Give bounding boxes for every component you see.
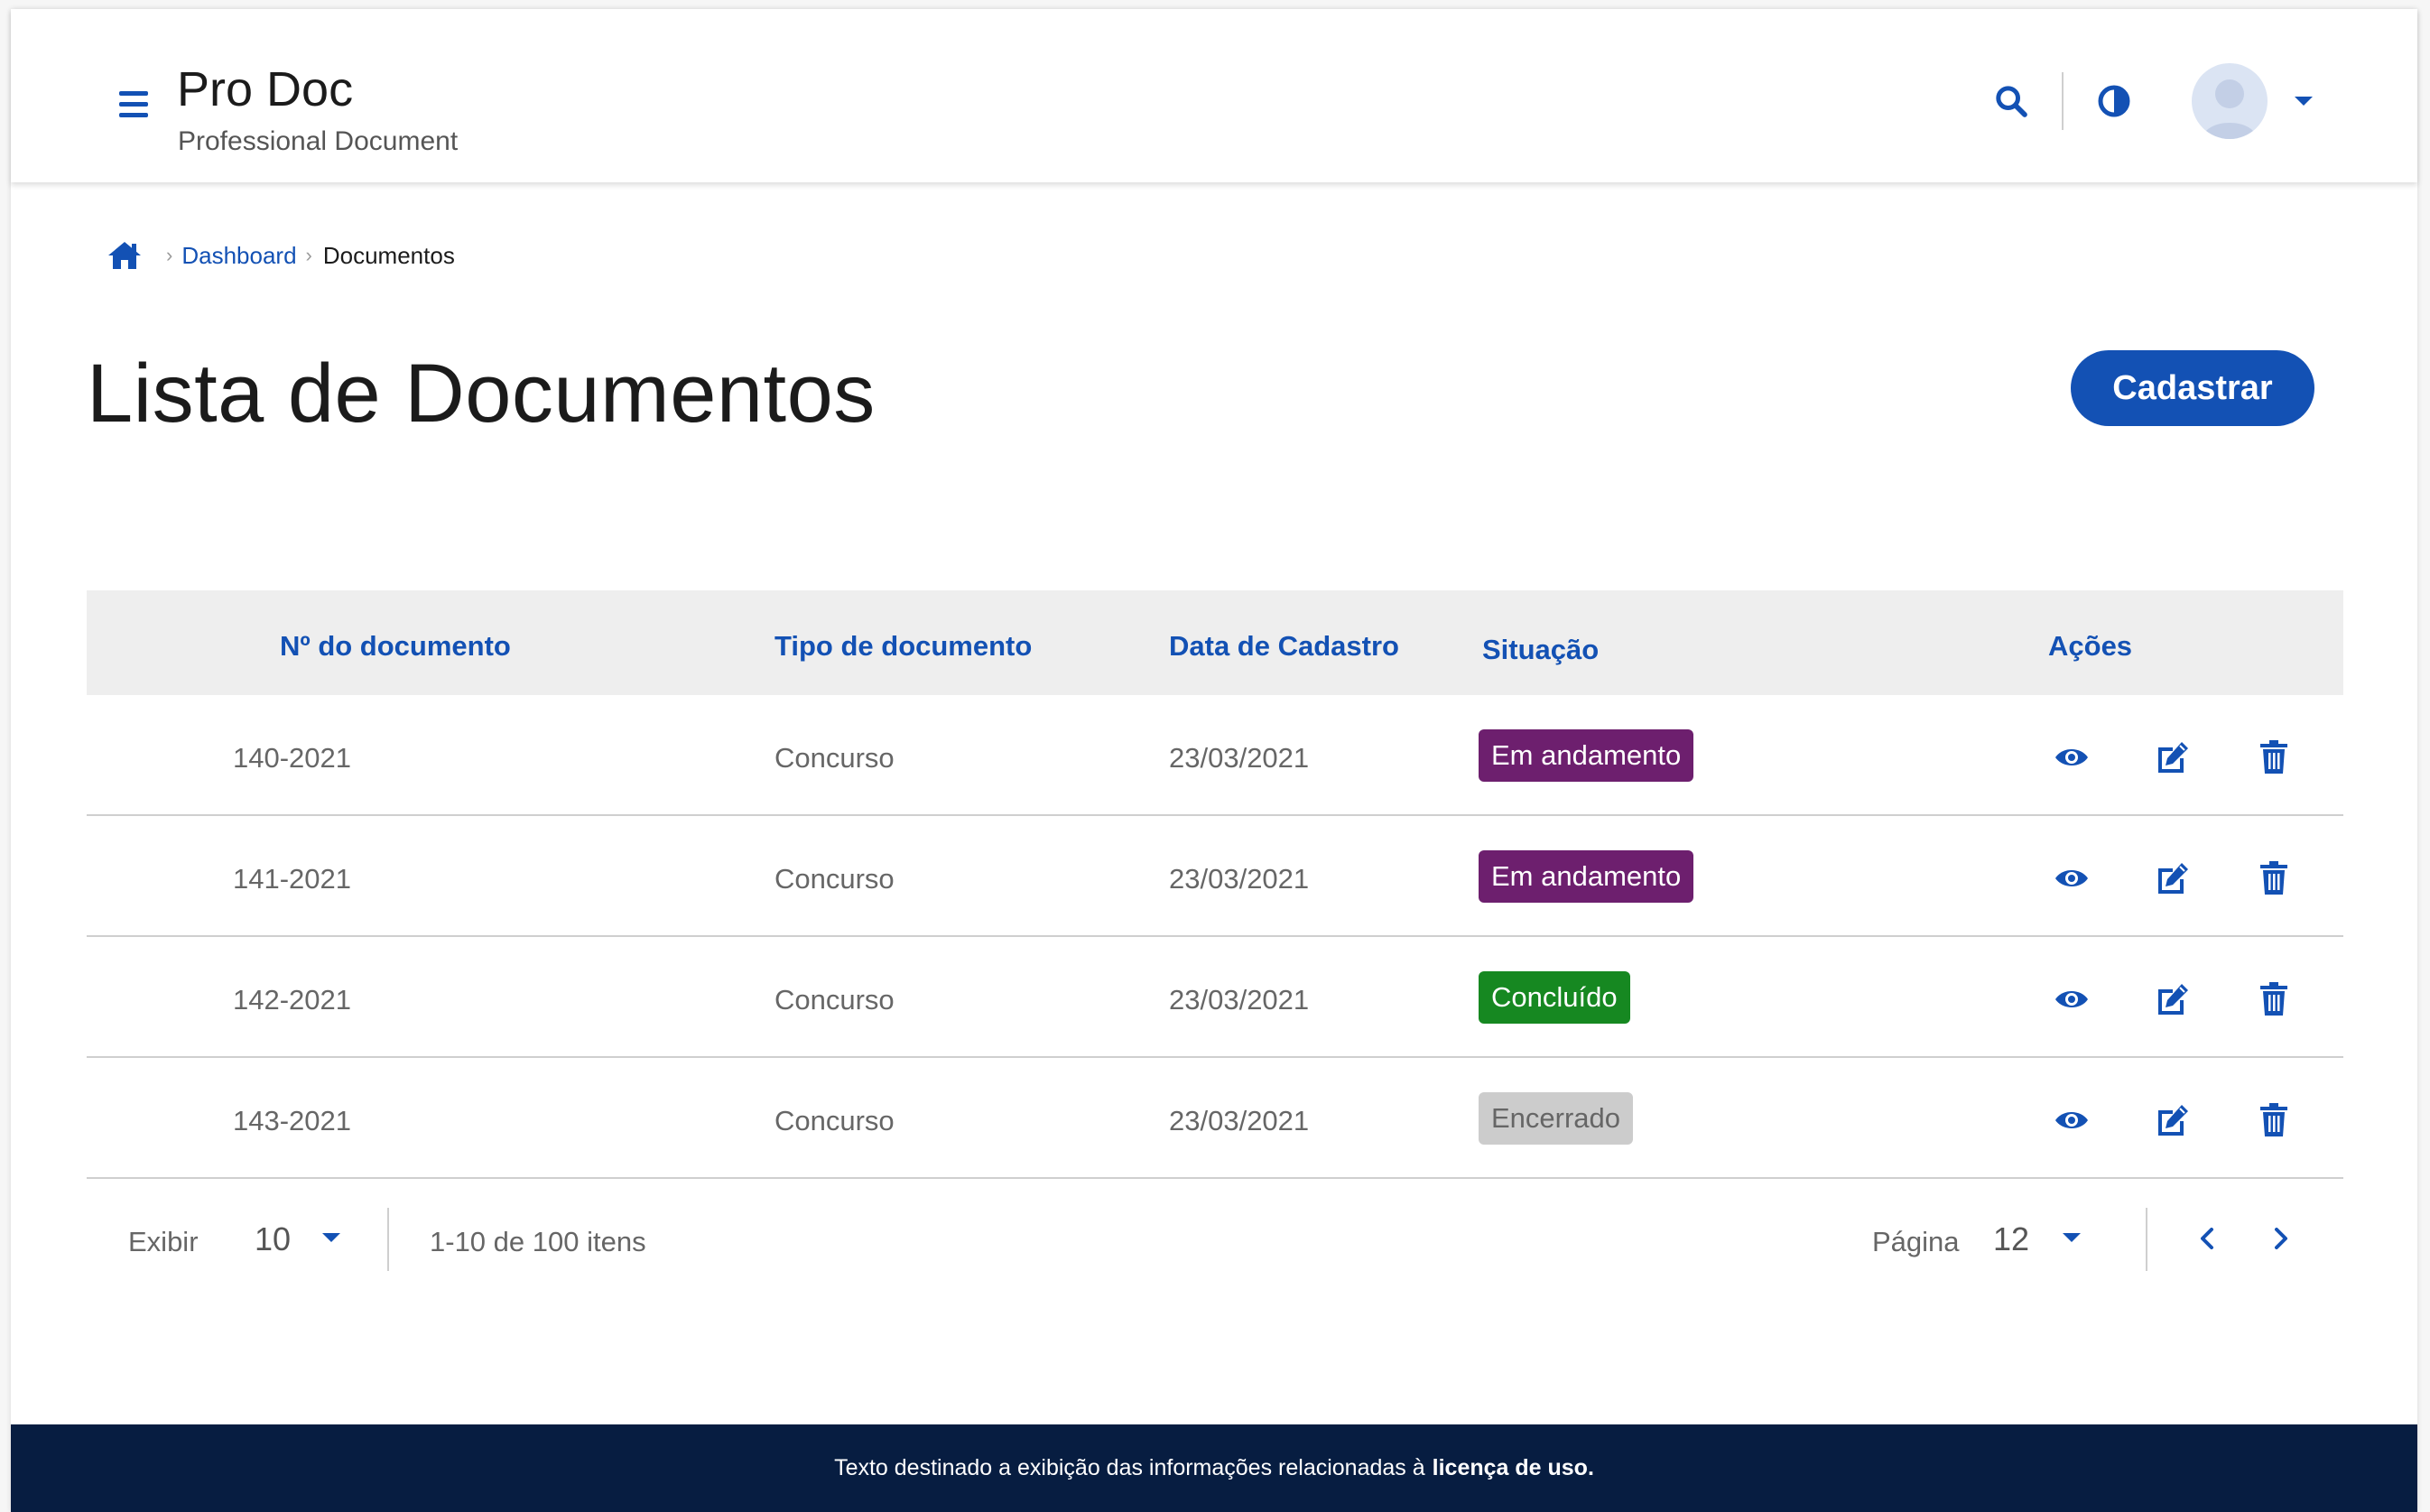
row-actions <box>2044 729 2302 785</box>
chevron-right-icon: › <box>166 244 173 266</box>
edit-icon[interactable] <box>2145 850 2201 906</box>
per-page-select[interactable]: 10 <box>255 1220 291 1258</box>
column-header-tipo[interactable]: Tipo de documento <box>774 630 1032 663</box>
row-actions <box>2044 850 2302 906</box>
column-header-numero[interactable]: Nº do documento <box>280 630 511 663</box>
caret-down-icon[interactable] <box>2280 78 2327 125</box>
pager-divider <box>2146 1208 2147 1271</box>
table-row: 143-2021 Concurso 23/03/2021 Encerrado <box>87 1058 2343 1179</box>
table-row: 141-2021 Concurso 23/03/2021 Em andament… <box>87 816 2343 937</box>
table-row: 142-2021 Concurso 23/03/2021 Concluído <box>87 937 2343 1058</box>
cell-numero: 140-2021 <box>233 742 352 774</box>
cell-numero: 143-2021 <box>233 1105 352 1136</box>
status-badge: Concluído <box>1479 971 1630 1024</box>
contrast-icon[interactable] <box>2085 72 2143 130</box>
trash-icon[interactable] <box>2246 971 2302 1027</box>
chevron-right-icon: › <box>305 244 312 266</box>
home-icon[interactable] <box>107 240 143 271</box>
breadcrumb: › Dashboard › Documentos <box>107 240 455 271</box>
header-divider <box>2062 72 2064 130</box>
cell-data: 23/03/2021 <box>1169 742 1310 774</box>
cell-tipo: Concurso <box>774 863 895 895</box>
search-icon[interactable] <box>1982 72 2040 130</box>
eye-icon[interactable] <box>2044 971 2100 1027</box>
range-text: 1-10 de 100 itens <box>430 1226 646 1257</box>
cell-data: 23/03/2021 <box>1169 984 1310 1016</box>
page-title: Lista de Documentos <box>87 348 876 440</box>
app-subtitle: Professional Document <box>178 126 459 156</box>
app-header: Pro Doc Professional Document <box>11 9 2417 182</box>
table-row: 140-2021 Concurso 23/03/2021 Em andament… <box>87 695 2343 816</box>
header-actions <box>1982 63 2327 139</box>
eye-icon[interactable] <box>2044 850 2100 906</box>
page: Pro Doc Professional Document › Dashboar… <box>11 9 2417 1512</box>
app-title: Pro Doc <box>177 62 354 116</box>
footer-text: Texto destinado a exibição das informaçõ… <box>834 1455 1425 1480</box>
pagination: Exibir 10 1-10 de 100 itens Página 12 <box>87 1188 2343 1271</box>
eye-icon[interactable] <box>2044 729 2100 785</box>
cadastrar-button[interactable]: Cadastrar <box>2071 350 2314 426</box>
edit-icon[interactable] <box>2145 1092 2201 1148</box>
cell-data: 23/03/2021 <box>1169 1105 1310 1136</box>
status-badge: Em andamento <box>1479 850 1694 903</box>
cell-tipo: Concurso <box>774 1105 895 1136</box>
edit-icon[interactable] <box>2145 971 2201 1027</box>
cell-numero: 142-2021 <box>233 984 352 1016</box>
footer: Texto destinado a exibição das informaçõ… <box>11 1424 2417 1512</box>
chevron-right-icon[interactable] <box>2256 1213 2306 1264</box>
cell-tipo: Concurso <box>774 984 895 1016</box>
documents-table: Nº do documento Tipo de documento Data d… <box>87 590 2343 1179</box>
table-header: Nº do documento Tipo de documento Data d… <box>87 590 2343 695</box>
edit-icon[interactable] <box>2145 729 2201 785</box>
avatar-icon[interactable] <box>2192 63 2268 139</box>
status-badge: Encerrado <box>1479 1092 1634 1145</box>
cell-numero: 141-2021 <box>233 863 352 895</box>
status-badge: Em andamento <box>1479 729 1694 782</box>
column-header-data[interactable]: Data de Cadastro <box>1169 630 1399 663</box>
trash-icon[interactable] <box>2246 729 2302 785</box>
eye-icon[interactable] <box>2044 1092 2100 1148</box>
row-actions <box>2044 1092 2302 1148</box>
page-label: Página <box>1872 1226 1960 1257</box>
cell-data: 23/03/2021 <box>1169 863 1310 895</box>
menu-icon[interactable] <box>105 81 162 126</box>
trash-icon[interactable] <box>2246 850 2302 906</box>
per-page-label: Exibir <box>128 1226 199 1257</box>
pager-divider <box>387 1208 389 1271</box>
column-header-situacao[interactable]: Situação <box>1482 634 1599 666</box>
cell-tipo: Concurso <box>774 742 895 774</box>
chevron-down-icon[interactable] <box>309 1215 354 1260</box>
trash-icon[interactable] <box>2246 1092 2302 1148</box>
column-header-acoes: Ações <box>2048 630 2133 662</box>
chevron-left-icon[interactable] <box>2182 1213 2232 1264</box>
license-link[interactable]: licença de uso. <box>1433 1455 1594 1481</box>
page-select[interactable]: 12 <box>1993 1220 2029 1258</box>
chevron-down-icon[interactable] <box>2049 1215 2094 1260</box>
breadcrumb-current: Documentos <box>322 241 455 269</box>
row-actions <box>2044 971 2302 1027</box>
breadcrumb-link-dashboard[interactable]: Dashboard <box>181 242 296 270</box>
